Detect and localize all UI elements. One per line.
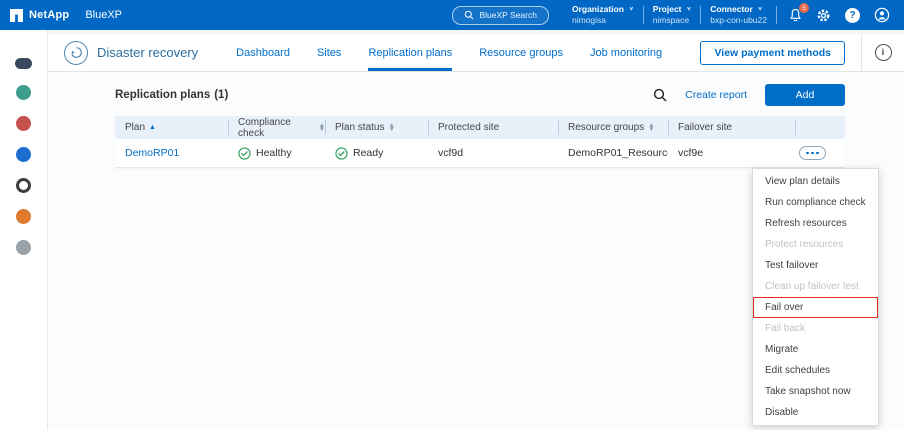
settings-button[interactable] (816, 8, 831, 23)
plan-count: (1) (214, 89, 229, 101)
menu-item-clean-up-failover-test: Clean up failover test (765, 281, 859, 292)
plan-name-link[interactable]: DemoRP01 (125, 147, 179, 159)
project-selector[interactable]: Project ∨ nimspace (653, 4, 692, 26)
connector-value: bxp-con-ubu22 (710, 15, 767, 25)
disaster-recovery-icon (64, 40, 88, 65)
sort-icon[interactable]: ▲ ▼ (648, 122, 654, 132)
top-navigation-bar: NetApp BlueXP BlueXP Search Organization… (0, 0, 904, 30)
chevron-down-icon: ∨ (628, 6, 634, 12)
service-header: Disaster recovery Dashboard Sites Replic… (48, 34, 904, 72)
section-heading: Replication plans (115, 89, 211, 101)
sidebar-icon-6[interactable] (16, 209, 31, 224)
replication-plans-table: Plan ▲ Compliance check ▲ ▼ Plan status ▲… (115, 116, 845, 168)
sidebar-icon-7[interactable] (16, 240, 31, 255)
info-area: i (861, 34, 904, 71)
resource-groups-cell: DemoRP01_ResourceGroup1 (568, 147, 668, 159)
sort-icon[interactable]: ▲ ▼ (388, 122, 394, 132)
column-header-failover-site[interactable]: Failover site (668, 116, 795, 139)
divider (642, 6, 644, 24)
gear-icon (816, 8, 831, 23)
column-header-plan-status[interactable]: Plan status ▲ ▼ (325, 116, 428, 139)
help-button[interactable]: ? (845, 7, 860, 23)
sidebar-icon-4-active[interactable] (16, 147, 31, 162)
tab-sites[interactable]: Sites (317, 34, 341, 71)
healthy-check-icon (238, 146, 251, 160)
sidebar-icon-2[interactable] (16, 85, 31, 100)
netapp-logo-icon (10, 8, 23, 22)
project-label: Project (652, 3, 682, 14)
column-header-resource-groups[interactable]: Resource groups ▲ ▼ (558, 116, 668, 139)
notification-count-badge: 5 (799, 3, 809, 13)
services-sidebar (0, 30, 48, 430)
menu-item-protect-resources: Protect resources (765, 239, 844, 250)
sidebar-icon-3[interactable] (16, 116, 31, 131)
project-value: nimspace (652, 15, 690, 25)
menu-item-take-snapshot-now[interactable]: Take snapshot now (753, 381, 878, 402)
search-icon (464, 10, 474, 20)
menu-item-fail-over[interactable]: Fail over (753, 297, 878, 318)
question-icon: ? (845, 7, 860, 23)
menu-item-run-compliance-check[interactable]: Run compliance check (753, 192, 878, 213)
table-row: DemoRP01 Healthy Ready vcf9d DemoRP01_Re… (115, 139, 845, 168)
notifications-button[interactable]: 5 (789, 3, 809, 22)
menu-item-view-plan-details[interactable]: View plan details (753, 171, 878, 192)
add-button[interactable]: Add (765, 84, 845, 106)
column-header-plan[interactable]: Plan ▲ (115, 116, 228, 139)
row-actions-menu: View plan details Run compliance check R… (752, 168, 879, 426)
column-header-protected-site[interactable]: Protected site (428, 116, 558, 139)
organization-value: nimogisa (571, 15, 606, 25)
organization-label: Organization (571, 3, 624, 14)
connector-selector[interactable]: Connector ∨ bxp-con-ubu22 (710, 4, 767, 26)
bluexp-search-button[interactable]: BlueXP Search (452, 5, 549, 25)
table-search-icon[interactable] (653, 88, 667, 102)
menu-item-fail-back: Fail back (765, 323, 806, 334)
tab-dashboard[interactable]: Dashboard (236, 34, 290, 71)
menu-item-edit-schedules[interactable]: Edit schedules (753, 360, 878, 381)
sort-ascending-icon[interactable]: ▲ (149, 124, 156, 131)
toolbar: Replication plans (1) Create report Add (115, 84, 845, 106)
page-title: Disaster recovery (97, 45, 199, 60)
brand: NetApp BlueXP (10, 8, 123, 22)
organization-selector[interactable]: Organization ∨ nimogisa (572, 4, 634, 26)
divider (776, 6, 777, 24)
chevron-down-icon: ∨ (686, 6, 692, 12)
tab-bar: Dashboard Sites Replication plans Resour… (236, 34, 662, 71)
chevron-down-icon: ∨ (757, 6, 763, 12)
divider (700, 6, 702, 24)
section-title: Replication plans (1) (115, 89, 228, 101)
search-label: BlueXP Search (479, 10, 537, 20)
create-report-link[interactable]: Create report (685, 89, 747, 101)
row-actions-button[interactable] (799, 146, 826, 160)
protected-site-cell: vcf9d (438, 147, 464, 159)
product-name: BlueXP (85, 9, 123, 21)
column-header-compliance-check[interactable]: Compliance check ▲ ▼ (228, 116, 325, 139)
ready-check-icon (335, 146, 348, 160)
user-avatar-icon (874, 7, 890, 23)
column-header-actions (795, 116, 845, 139)
sidebar-icon-5[interactable] (16, 178, 31, 193)
view-payment-methods-button[interactable]: View payment methods (700, 40, 845, 65)
connector-label: Connector (710, 3, 753, 14)
tab-job-monitoring[interactable]: Job monitoring (590, 34, 662, 71)
table-header-row: Plan ▲ Compliance check ▲ ▼ Plan status ▲… (115, 116, 845, 139)
menu-item-disable[interactable]: Disable (753, 402, 878, 423)
company-name: NetApp (29, 9, 70, 21)
status-cell: Ready (325, 146, 428, 160)
compliance-cell: Healthy (228, 146, 325, 160)
menu-item-test-failover[interactable]: Test failover (753, 255, 878, 276)
info-icon[interactable]: i (874, 44, 892, 61)
menu-item-refresh-resources[interactable]: Refresh resources (753, 213, 878, 234)
tab-replication-plans[interactable]: Replication plans (368, 34, 452, 71)
user-menu-button[interactable] (874, 7, 890, 23)
menu-item-migrate[interactable]: Migrate (753, 339, 878, 360)
tab-resource-groups[interactable]: Resource groups (479, 34, 563, 71)
failover-site-cell: vcf9e (678, 147, 704, 159)
sidebar-icon-1[interactable] (15, 58, 32, 69)
